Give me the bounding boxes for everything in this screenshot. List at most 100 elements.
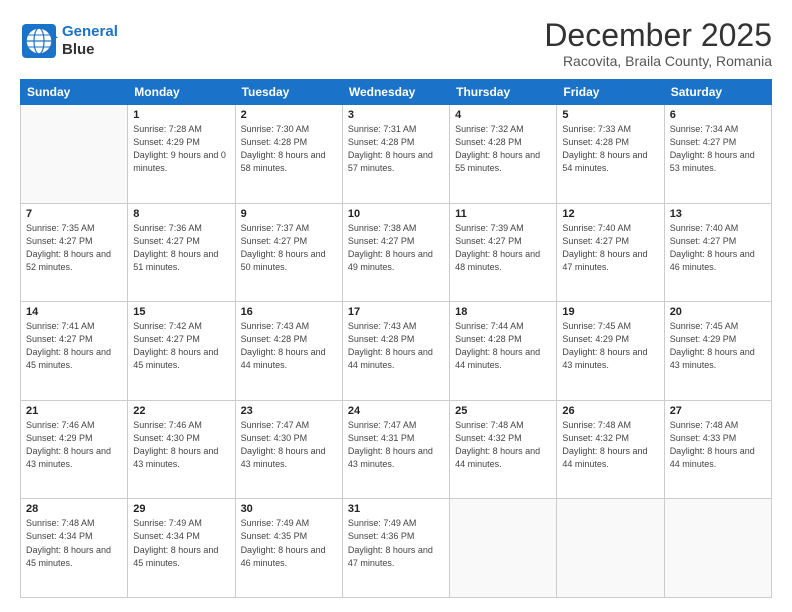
cell-info: Sunrise: 7:49 AMSunset: 4:34 PMDaylight:… <box>133 517 229 569</box>
calendar-cell: 20 Sunrise: 7:45 AMSunset: 4:29 PMDayligh… <box>664 302 771 401</box>
calendar-cell: 1 Sunrise: 7:28 AMSunset: 4:29 PMDaylight… <box>128 105 235 204</box>
cell-info: Sunrise: 7:37 AMSunset: 4:27 PMDaylight:… <box>241 222 337 274</box>
cell-info: Sunrise: 7:48 AMSunset: 4:34 PMDaylight:… <box>26 517 122 569</box>
calendar-cell: 21 Sunrise: 7:46 AMSunset: 4:29 PMDayligh… <box>21 400 128 499</box>
day-number: 25 <box>455 405 551 417</box>
calendar-table: SundayMondayTuesdayWednesdayThursdayFrid… <box>20 79 772 598</box>
logo-icon <box>20 22 58 60</box>
day-number: 21 <box>26 405 122 417</box>
weekday-header: Wednesday <box>342 80 449 105</box>
calendar-cell: 14Sunrise: 7:41 AMSunset: 4:27 PMDayligh… <box>21 302 128 401</box>
day-number: 29 <box>133 503 229 515</box>
calendar-cell: 19 Sunrise: 7:45 AMSunset: 4:29 PMDayligh… <box>557 302 664 401</box>
day-number: 14 <box>26 306 122 318</box>
calendar-cell <box>664 499 771 598</box>
day-number: 3 <box>348 109 444 121</box>
calendar-cell: 12Sunrise: 7:40 AMSunset: 4:27 PMDayligh… <box>557 203 664 302</box>
day-number: 15 <box>133 306 229 318</box>
cell-info: Sunrise: 7:33 AMSunset: 4:28 PMDaylight:… <box>562 123 658 175</box>
day-number: 13 <box>670 208 766 220</box>
cell-info: Sunrise: 7:49 AMSunset: 4:36 PMDaylight:… <box>348 517 444 569</box>
cell-info: Sunrise: 7:40 AMSunset: 4:27 PMDaylight:… <box>670 222 766 274</box>
cell-info: Sunrise: 7:48 AMSunset: 4:32 PMDaylight:… <box>562 419 658 471</box>
day-number: 5 <box>562 109 658 121</box>
day-number: 8 <box>133 208 229 220</box>
weekday-header: Monday <box>128 80 235 105</box>
calendar-cell: 2 Sunrise: 7:30 AMSunset: 4:28 PMDaylight… <box>235 105 342 204</box>
calendar-cell: 24 Sunrise: 7:47 AMSunset: 4:31 PMDayligh… <box>342 400 449 499</box>
cell-info: Sunrise: 7:49 AMSunset: 4:35 PMDaylight:… <box>241 517 337 569</box>
cell-info: Sunrise: 7:30 AMSunset: 4:28 PMDaylight:… <box>241 123 337 175</box>
cell-info: Sunrise: 7:47 AMSunset: 4:30 PMDaylight:… <box>241 419 337 471</box>
day-number: 22 <box>133 405 229 417</box>
day-number: 7 <box>26 208 122 220</box>
logo-line1: General <box>62 23 118 40</box>
cell-info: Sunrise: 7:43 AMSunset: 4:28 PMDaylight:… <box>348 320 444 372</box>
calendar-cell: 9 Sunrise: 7:37 AMSunset: 4:27 PMDaylight… <box>235 203 342 302</box>
cell-info: Sunrise: 7:28 AMSunset: 4:29 PMDaylight:… <box>133 123 229 175</box>
day-number: 18 <box>455 306 551 318</box>
cell-info: Sunrise: 7:35 AMSunset: 4:27 PMDaylight:… <box>26 222 122 274</box>
day-number: 20 <box>670 306 766 318</box>
calendar-cell: 28 Sunrise: 7:48 AMSunset: 4:34 PMDayligh… <box>21 499 128 598</box>
day-number: 4 <box>455 109 551 121</box>
calendar-cell: 31 Sunrise: 7:49 AMSunset: 4:36 PMDayligh… <box>342 499 449 598</box>
day-number: 19 <box>562 306 658 318</box>
cell-info: Sunrise: 7:45 AMSunset: 4:29 PMDaylight:… <box>670 320 766 372</box>
day-number: 6 <box>670 109 766 121</box>
calendar-cell: 25 Sunrise: 7:48 AMSunset: 4:32 PMDayligh… <box>450 400 557 499</box>
calendar-cell <box>450 499 557 598</box>
day-number: 28 <box>26 503 122 515</box>
cell-info: Sunrise: 7:34 AMSunset: 4:27 PMDaylight:… <box>670 123 766 175</box>
calendar-cell: 10Sunrise: 7:38 AMSunset: 4:27 PMDayligh… <box>342 203 449 302</box>
weekday-header: Tuesday <box>235 80 342 105</box>
day-number: 17 <box>348 306 444 318</box>
weekday-header: Friday <box>557 80 664 105</box>
calendar-cell: 13 Sunrise: 7:40 AMSunset: 4:27 PMDayligh… <box>664 203 771 302</box>
page: General Blue December 2025 Racovita, Bra… <box>0 0 792 612</box>
cell-info: Sunrise: 7:43 AMSunset: 4:28 PMDaylight:… <box>241 320 337 372</box>
day-number: 31 <box>348 503 444 515</box>
calendar-cell: 18 Sunrise: 7:44 AMSunset: 4:28 PMDayligh… <box>450 302 557 401</box>
calendar-cell: 29 Sunrise: 7:49 AMSunset: 4:34 PMDayligh… <box>128 499 235 598</box>
cell-info: Sunrise: 7:31 AMSunset: 4:28 PMDaylight:… <box>348 123 444 175</box>
weekday-header: Sunday <box>21 80 128 105</box>
calendar-cell: 3 Sunrise: 7:31 AMSunset: 4:28 PMDaylight… <box>342 105 449 204</box>
calendar-cell: 22 Sunrise: 7:46 AMSunset: 4:30 PMDayligh… <box>128 400 235 499</box>
day-number: 2 <box>241 109 337 121</box>
day-number: 24 <box>348 405 444 417</box>
calendar-cell: 16 Sunrise: 7:43 AMSunset: 4:28 PMDayligh… <box>235 302 342 401</box>
cell-info: Sunrise: 7:48 AMSunset: 4:33 PMDaylight:… <box>670 419 766 471</box>
cell-info: Sunrise: 7:46 AMSunset: 4:29 PMDaylight:… <box>26 419 122 471</box>
calendar-cell: 15 Sunrise: 7:42 AMSunset: 4:27 PMDayligh… <box>128 302 235 401</box>
calendar-cell: 6 Sunrise: 7:34 AMSunset: 4:27 PMDaylight… <box>664 105 771 204</box>
subtitle: Racovita, Braila County, Romania <box>544 53 772 69</box>
day-number: 23 <box>241 405 337 417</box>
cell-info: Sunrise: 7:32 AMSunset: 4:28 PMDaylight:… <box>455 123 551 175</box>
cell-info: Sunrise: 7:36 AMSunset: 4:27 PMDaylight:… <box>133 222 229 274</box>
calendar-cell: 8 Sunrise: 7:36 AMSunset: 4:27 PMDaylight… <box>128 203 235 302</box>
title-block: December 2025 Racovita, Braila County, R… <box>544 18 772 69</box>
day-number: 9 <box>241 208 337 220</box>
weekday-header: Thursday <box>450 80 557 105</box>
cell-info: Sunrise: 7:42 AMSunset: 4:27 PMDaylight:… <box>133 320 229 372</box>
calendar-cell: 7 Sunrise: 7:35 AMSunset: 4:27 PMDaylight… <box>21 203 128 302</box>
cell-info: Sunrise: 7:46 AMSunset: 4:30 PMDaylight:… <box>133 419 229 471</box>
day-number: 30 <box>241 503 337 515</box>
cell-info: Sunrise: 7:45 AMSunset: 4:29 PMDaylight:… <box>562 320 658 372</box>
cell-info: Sunrise: 7:47 AMSunset: 4:31 PMDaylight:… <box>348 419 444 471</box>
calendar-cell: 11Sunrise: 7:39 AMSunset: 4:27 PMDayligh… <box>450 203 557 302</box>
cell-info: Sunrise: 7:44 AMSunset: 4:28 PMDaylight:… <box>455 320 551 372</box>
day-number: 12 <box>562 208 658 220</box>
day-number: 16 <box>241 306 337 318</box>
calendar-cell: 23 Sunrise: 7:47 AMSunset: 4:30 PMDayligh… <box>235 400 342 499</box>
calendar-cell <box>21 105 128 204</box>
day-number: 26 <box>562 405 658 417</box>
logo-text: General Blue <box>62 23 118 59</box>
calendar-cell: 26 Sunrise: 7:48 AMSunset: 4:32 PMDayligh… <box>557 400 664 499</box>
day-number: 1 <box>133 109 229 121</box>
calendar-cell: 5 Sunrise: 7:33 AMSunset: 4:28 PMDaylight… <box>557 105 664 204</box>
cell-info: Sunrise: 7:48 AMSunset: 4:32 PMDaylight:… <box>455 419 551 471</box>
logo-line2: Blue <box>62 41 118 59</box>
day-number: 27 <box>670 405 766 417</box>
